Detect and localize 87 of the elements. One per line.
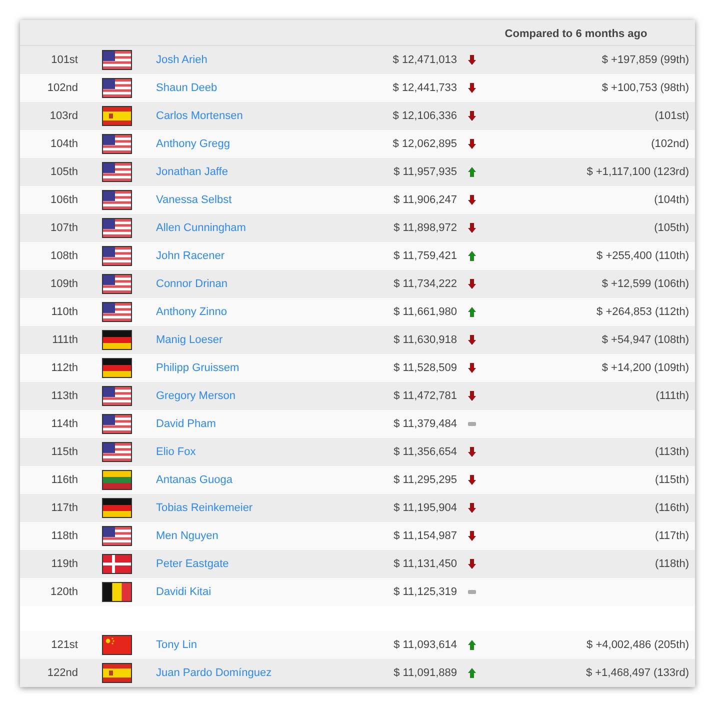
change-text: $ +4,002,486 (205th) [586, 638, 689, 651]
rank-text: 107th [50, 222, 78, 234]
change-text: (118th) [654, 558, 689, 570]
player-link[interactable]: Shaun Deeb [156, 82, 218, 94]
player-link[interactable]: David Pham [156, 418, 216, 430]
amount-text: $ 11,154,987 [394, 530, 457, 542]
amount-text: $ 11,630,918 [394, 334, 457, 346]
amount-text: $ 11,295,295 [394, 474, 457, 486]
amount-text: $ 11,528,509 [394, 362, 457, 374]
amount-text: $ 11,356,654 [394, 446, 457, 458]
amount-text: $ 11,093,614 [394, 638, 457, 651]
player-link[interactable]: Allen Cunningham [156, 222, 246, 234]
amount-text: $ 11,091,889 [394, 666, 457, 679]
change-text: $ +54,947 (108th) [602, 334, 689, 346]
rank-text: 106th [50, 194, 78, 206]
change-text: $ +264,853 (112th) [596, 306, 689, 318]
player-link[interactable]: Men Nguyen [156, 530, 218, 542]
change-text: (111th) [656, 390, 689, 402]
player-link[interactable]: Juan Pardo Domínguez [156, 666, 272, 679]
amount-text: $ 12,441,733 [392, 82, 457, 94]
rank-text: 117th [51, 502, 78, 514]
rank-text: 111th [52, 334, 78, 346]
amount-text: $ 11,661,980 [394, 306, 457, 318]
change-text: $ +1,117,100 (123rd) [586, 166, 689, 178]
player-link[interactable]: Carlos Mortensen [156, 110, 243, 122]
column-header: Compared to 6 months ago [504, 28, 648, 40]
amount-text: $ 11,957,935 [394, 166, 457, 178]
player-link[interactable]: Antanas Guoga [156, 474, 232, 486]
change-text: $ +12,599 (106th) [602, 278, 689, 290]
rank-text: 101st [51, 54, 78, 66]
change-text: (115th) [654, 474, 689, 486]
player-link[interactable]: Philipp Gruissem [156, 362, 240, 374]
rank-text: 113th [51, 390, 78, 402]
rank-text: 116th [51, 474, 78, 486]
rank-text: 118th [51, 530, 78, 542]
amount-text: $ 12,471,013 [392, 54, 457, 66]
change-text: $ +100,753 (98th) [602, 82, 689, 94]
change-text: $ +255,400 (110th) [596, 250, 689, 262]
amount-text: $ 11,131,450 [394, 558, 457, 570]
amount-text: $ 11,734,222 [394, 278, 457, 290]
rank-text: 112th [51, 362, 78, 374]
change-text: $ +1,468,497 (133rd) [586, 666, 689, 679]
change-text: $ +197,859 (99th) [602, 54, 689, 66]
rank-text: 114th [51, 418, 78, 430]
player-link[interactable]: Elio Fox [156, 446, 196, 458]
change-text: (116th) [654, 502, 689, 514]
change-text: (101st) [654, 110, 689, 122]
rank-text: 122nd [47, 666, 78, 679]
rank-text: 108th [50, 250, 78, 262]
change-text: (117th) [654, 530, 689, 542]
player-link[interactable]: John Racener [156, 250, 224, 262]
rank-text: 121st [51, 638, 78, 651]
player-link[interactable]: Vanessa Selbst [156, 194, 232, 206]
player-link[interactable]: Davidi Kitai [156, 586, 212, 598]
change-text: $ +14,200 (109th) [602, 362, 689, 374]
change-text: (102nd) [651, 138, 689, 150]
player-link[interactable]: Manig Loeser [156, 334, 223, 346]
player-link[interactable]: Connor Drinan [156, 278, 228, 290]
rank-text: 120th [50, 586, 78, 598]
rank-text: 103rd [50, 110, 78, 122]
rank-text: 104th [50, 138, 78, 150]
amount-text: $ 12,106,336 [392, 110, 457, 122]
amount-text: $ 11,906,247 [394, 194, 457, 206]
amount-text: $ 11,195,904 [394, 502, 457, 514]
player-link[interactable]: Gregory Merson [156, 390, 236, 402]
amount-text: $ 12,062,895 [392, 138, 457, 150]
player-link[interactable]: Anthony Gregg [156, 138, 230, 150]
change-text: (113th) [654, 446, 689, 458]
rank-text: 109th [50, 278, 78, 290]
rank-text: 102nd [47, 82, 78, 94]
amount-text: $ 11,125,319 [394, 586, 457, 598]
amount-text: $ 11,898,972 [394, 222, 457, 234]
amount-text: $ 11,759,421 [394, 250, 457, 262]
player-link[interactable]: Tony Lin [156, 638, 197, 651]
change-text: (104th) [654, 194, 689, 206]
player-link[interactable]: Tobias Reinkemeier [156, 502, 253, 514]
rank-text: 110th [51, 306, 78, 318]
rank-text: 115th [51, 446, 78, 458]
player-link[interactable]: Josh Arieh [156, 54, 208, 66]
rank-text: 119th [51, 558, 78, 570]
player-link[interactable]: Jonathan Jaffe [156, 166, 228, 178]
rank-text: 105th [50, 166, 78, 178]
amount-text: $ 11,379,484 [394, 418, 457, 430]
player-link[interactable]: Anthony Zinno [156, 306, 227, 318]
amount-text: $ 11,472,781 [394, 390, 457, 402]
change-text: (105th) [654, 222, 689, 234]
player-link[interactable]: Peter Eastgate [156, 558, 229, 570]
